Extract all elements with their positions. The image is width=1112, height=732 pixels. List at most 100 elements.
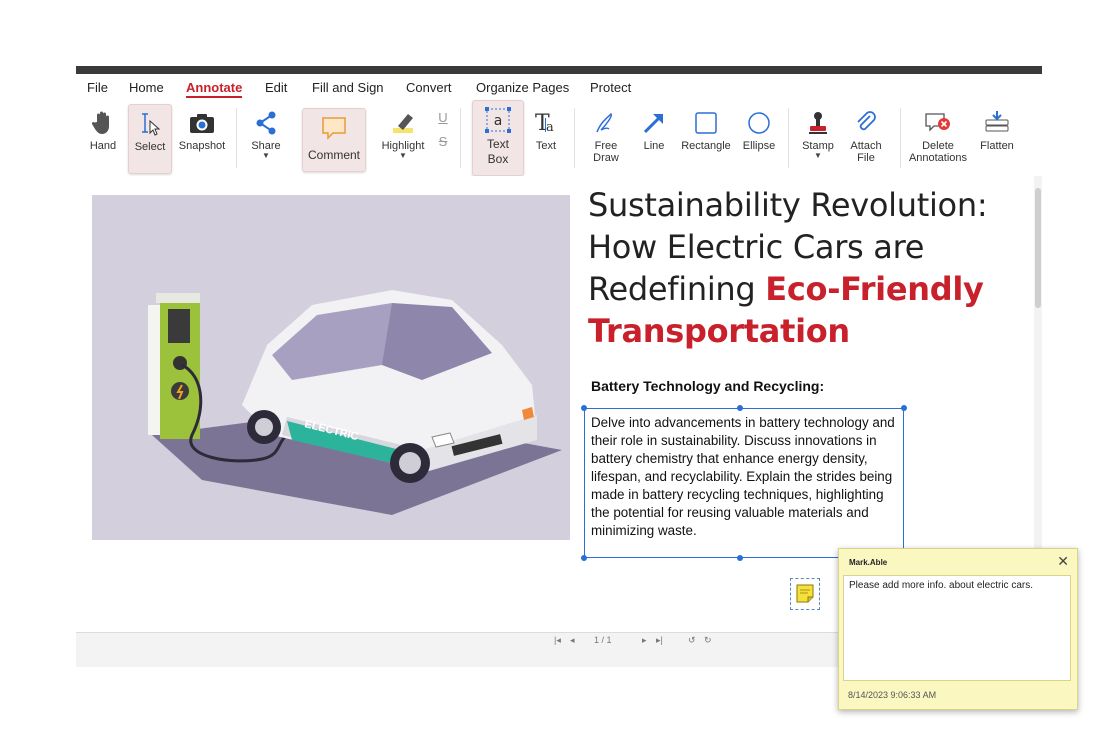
- chevron-down-icon: ▼: [399, 151, 407, 160]
- text-box-tool-button[interactable]: a Text Box: [472, 100, 524, 176]
- strikethrough-icon: S: [438, 134, 448, 149]
- highlighter-icon: [389, 108, 417, 138]
- section-heading: Battery Technology and Recycling:: [591, 378, 825, 394]
- resize-handle-bottom-left[interactable]: [581, 555, 587, 561]
- select-tool-button[interactable]: Select: [128, 104, 172, 174]
- menu-bar: File Home Annotate Edit Fill and Sign Co…: [76, 74, 1042, 100]
- resize-handle-top-right[interactable]: [901, 405, 907, 411]
- underline-button[interactable]: U: [434, 110, 452, 126]
- title-line: Sustainability Revolution:: [588, 186, 988, 224]
- flatten-label: Flatten: [980, 140, 1014, 152]
- rotate-left-icon[interactable]: ↺: [688, 635, 696, 646]
- snapshot-label: Snapshot: [178, 140, 226, 152]
- stamp-icon: [806, 108, 830, 138]
- attach-file-button[interactable]: Attach File: [846, 104, 886, 172]
- selected-text-box[interactable]: Delve into advancements in battery techn…: [581, 405, 907, 561]
- select-label: Select: [134, 141, 166, 153]
- delete-annotations-button[interactable]: Delete Annotations: [906, 104, 970, 172]
- rotate-right-icon[interactable]: ↻: [704, 635, 712, 646]
- text-label: Text: [535, 140, 557, 152]
- page-indicator[interactable]: 1 / 1: [594, 635, 612, 645]
- menu-protect[interactable]: Protect: [590, 80, 631, 95]
- ribbon-separator: [900, 108, 901, 168]
- comment-label: Comment: [307, 148, 360, 162]
- ribbon-separator: [788, 108, 789, 168]
- chevron-down-icon: ▼: [262, 151, 270, 160]
- chevron-down-icon: ▼: [814, 151, 822, 160]
- paperclip-icon: [854, 108, 878, 138]
- comment-timestamp: 8/14/2023 9:06:33 AM: [848, 690, 937, 700]
- title-line-highlight: Transportation: [588, 312, 850, 350]
- close-icon[interactable]: ✕: [1057, 553, 1069, 570]
- electric-car-image: ELECTRIC: [92, 195, 570, 540]
- text-box-content[interactable]: Delve into advancements in battery techn…: [591, 414, 901, 540]
- menu-convert[interactable]: Convert: [406, 80, 452, 95]
- rectangle-label: Rectangle: [681, 140, 731, 152]
- ribbon-separator: [236, 108, 237, 168]
- comment-author: Mark.Able: [849, 558, 888, 567]
- menu-file[interactable]: File: [87, 80, 108, 95]
- share-icon: [254, 108, 278, 138]
- strikethrough-button[interactable]: S: [434, 134, 452, 150]
- scrollbar-thumb[interactable]: [1035, 188, 1041, 308]
- text-box-icon: a: [483, 105, 513, 135]
- delete-annotations-label: Delete Annotations: [908, 140, 968, 164]
- flatten-icon: [983, 108, 1011, 138]
- annotate-ribbon: Hand Select Snapshot Share ▼ Comment Hig…: [76, 100, 1042, 176]
- sticky-note-icon: [796, 584, 814, 603]
- ellipse-icon: [747, 108, 771, 138]
- attach-file-label: Attach File: [850, 140, 882, 164]
- snapshot-tool-button[interactable]: Snapshot: [176, 104, 228, 172]
- ellipse-tool-button[interactable]: Ellipse: [740, 104, 778, 172]
- share-button[interactable]: Share ▼: [246, 104, 286, 172]
- comment-tool-button[interactable]: Comment: [302, 108, 366, 172]
- previous-page-icon[interactable]: ◂: [570, 635, 575, 646]
- first-page-icon[interactable]: |◂: [554, 635, 561, 646]
- text-icon: Ta: [533, 108, 559, 138]
- title-line: How Electric Cars are: [588, 228, 925, 266]
- resize-handle-top[interactable]: [737, 405, 743, 411]
- rectangle-icon: [694, 108, 718, 138]
- title-line: Redefining Eco-Friendly: [588, 270, 984, 308]
- menu-edit[interactable]: Edit: [265, 80, 287, 95]
- ribbon-separator: [460, 108, 461, 168]
- resize-handle-top-left[interactable]: [581, 405, 587, 411]
- stamp-tool-button[interactable]: Stamp ▼: [798, 104, 838, 172]
- hand-icon: [92, 108, 114, 138]
- menu-annotate[interactable]: Annotate: [186, 80, 243, 98]
- hand-tool-button[interactable]: Hand: [84, 104, 122, 172]
- text-box-label: Text Box: [486, 137, 509, 166]
- next-page-icon[interactable]: ▸: [642, 635, 647, 646]
- menu-home[interactable]: Home: [129, 80, 164, 95]
- ribbon-separator: [574, 108, 575, 168]
- text-tool-button[interactable]: Ta Text: [528, 104, 564, 172]
- free-draw-tool-button[interactable]: Free Draw: [584, 104, 628, 172]
- resize-handle-bottom[interactable]: [737, 555, 743, 561]
- comment-text-area[interactable]: Please add more info. about electric car…: [843, 575, 1071, 681]
- last-page-icon[interactable]: ▸|: [656, 635, 663, 646]
- comment-popup[interactable]: Mark.Able ✕ Please add more info. about …: [838, 548, 1078, 710]
- camera-icon: [188, 108, 216, 138]
- ellipse-label: Ellipse: [742, 140, 776, 152]
- hand-label: Hand: [89, 140, 117, 152]
- underline-icon: U: [438, 110, 448, 125]
- menu-fill-and-sign[interactable]: Fill and Sign: [312, 80, 384, 95]
- flatten-button[interactable]: Flatten: [976, 104, 1018, 172]
- arrow-line-icon: [641, 108, 667, 138]
- title-bar: [76, 66, 1042, 74]
- svg-text:a: a: [494, 113, 503, 129]
- free-draw-label: Free Draw: [593, 140, 619, 164]
- svg-text:a: a: [546, 120, 554, 135]
- line-tool-button[interactable]: Line: [634, 104, 674, 172]
- rectangle-tool-button[interactable]: Rectangle: [680, 104, 732, 172]
- select-cursor-icon: [137, 109, 163, 139]
- line-label: Line: [643, 140, 665, 152]
- comment-icon: [320, 113, 348, 143]
- pen-icon: [593, 108, 619, 138]
- document-title: Sustainability Revolution: How Electric …: [588, 184, 1008, 352]
- highlight-button[interactable]: Highlight ▼: [376, 104, 430, 172]
- sticky-note-annotation[interactable]: [790, 578, 820, 610]
- electric-car-illustration: ELECTRIC: [92, 195, 570, 540]
- menu-organize-pages[interactable]: Organize Pages: [476, 80, 569, 95]
- delete-comment-icon: [923, 108, 953, 138]
